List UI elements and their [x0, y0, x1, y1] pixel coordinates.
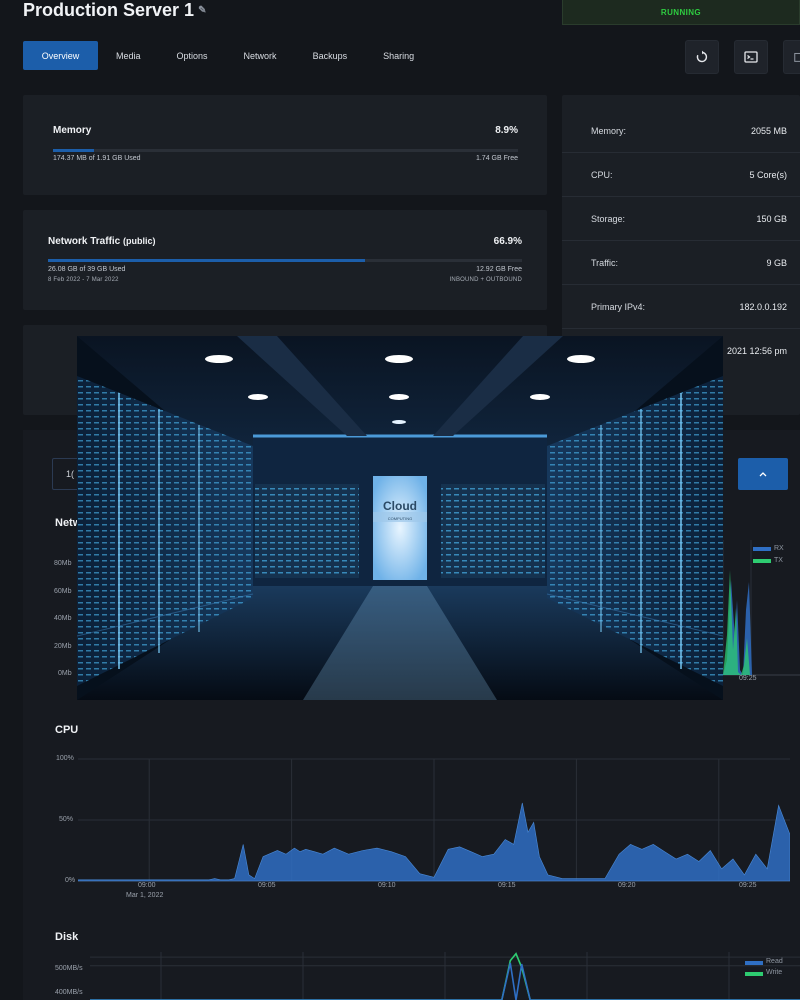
legend-rx-label: RX — [774, 545, 784, 552]
server-room-image: Cloud COMPUTING — [77, 336, 723, 700]
cpu-chart-title: CPU — [55, 724, 79, 736]
tab-backups[interactable]: Backups — [295, 41, 366, 70]
legend-write-label: Write — [766, 969, 783, 976]
console-icon — [744, 51, 758, 63]
net-y-tick: 20Mb — [54, 643, 72, 650]
cpu-x-sublabel: Mar 1, 2022 — [126, 892, 164, 899]
net-x-tick: 09:25 — [739, 675, 757, 682]
memory-usage-bar — [53, 149, 518, 152]
traffic-percent: 66.9% — [493, 236, 522, 247]
network-traffic-card: Network Traffic (public) 66.9% 26.08 GB … — [23, 210, 547, 310]
cpu-x-tick: 09:20 — [618, 882, 636, 889]
disk-y-tick: 400MB/s — [55, 989, 83, 996]
cpu-y-tick: 50% — [59, 816, 74, 823]
restart-icon — [696, 50, 708, 63]
traffic-usage-fill — [48, 259, 366, 262]
traffic-label: Network Traffic (public) — [48, 236, 156, 247]
traffic-direction: INBOUND + OUTBOUND — [449, 277, 522, 283]
traffic-free: 12.92 GB Free — [476, 266, 522, 273]
cpu-x-tick: 09:00 — [138, 882, 156, 889]
tab-overview[interactable]: Overview — [23, 41, 98, 70]
range-selector[interactable]: 1( — [52, 458, 78, 490]
net-y-tick: 80Mb — [54, 560, 72, 567]
net-y-tick: 40Mb — [54, 615, 72, 622]
cpu-y-tick: 100% — [56, 755, 74, 762]
legend-read-label: Read — [766, 958, 783, 965]
memory-free: 1.74 GB Free — [475, 155, 518, 162]
spec-row-memory: Memory: 2055 MB — [562, 109, 800, 153]
console-button[interactable] — [734, 40, 768, 74]
disk-chart — [90, 952, 800, 1000]
status-badge: RUNNING — [562, 0, 800, 25]
collapse-button[interactable] — [738, 458, 788, 490]
spec-row-storage: Storage: 150 GB — [562, 197, 800, 241]
server-room-photo: Cloud COMPUTING — [77, 336, 723, 700]
server-name: Production Server 1 — [23, 0, 195, 20]
status-text: RUNNING — [660, 7, 702, 17]
legend-read-swatch — [745, 961, 763, 965]
legend-tx-label: TX — [774, 557, 783, 564]
memory-percent: 8.9% — [495, 125, 518, 136]
traffic-usage-bar — [48, 259, 522, 262]
traffic-period: 8 Feb 2022 - 7 Mar 2022 — [48, 277, 119, 283]
sign-subtext: COMPUTING — [388, 516, 412, 521]
spec-row-ipv4: Primary IPv4: 182.0.0.192 — [562, 285, 800, 329]
net-y-tick: 60Mb — [54, 588, 72, 595]
cpu-x-tick: 09:25 — [739, 882, 757, 889]
disk-y-tick: 500MB/s — [55, 965, 83, 972]
network-chart-visible — [723, 540, 800, 676]
memory-card: Memory 8.9% 174.37 MB of 1.91 GB Used 1.… — [23, 95, 547, 195]
tab-media[interactable]: Media — [98, 41, 159, 70]
sign-text: Cloud — [383, 499, 417, 513]
spec-row-cpu: CPU: 5 Core(s) — [562, 153, 800, 197]
edit-pencil-icon[interactable]: ✎ — [198, 5, 206, 16]
spec-row-traffic: Traffic: 9 GB — [562, 241, 800, 285]
tab-options[interactable]: Options — [159, 41, 226, 70]
net-y-tick: 0Mb — [58, 670, 72, 677]
legend-rx-swatch — [753, 547, 771, 551]
cpu-x-tick: 09:15 — [498, 882, 516, 889]
legend-tx-swatch — [753, 559, 771, 563]
partial-icon — [794, 52, 800, 62]
page-title: Production Server 1 ✎ — [23, 0, 206, 21]
tab-network[interactable]: Network — [226, 41, 295, 70]
tab-bar: Overview Media Options Network Backups S… — [23, 41, 432, 70]
more-actions-button[interactable] — [783, 40, 800, 74]
cpu-x-tick: 09:05 — [258, 882, 276, 889]
memory-usage-fill — [53, 149, 95, 152]
traffic-used: 26.08 GB of 39 GB Used — [48, 266, 126, 273]
chevron-up-icon — [759, 472, 767, 477]
cpu-x-tick: 09:10 — [378, 882, 396, 889]
memory-used: 174.37 MB of 1.91 GB Used — [53, 155, 141, 162]
cpu-chart — [78, 758, 790, 882]
disk-chart-title: Disk — [55, 931, 79, 943]
cpu-y-tick: 0% — [65, 877, 76, 884]
restart-button[interactable] — [685, 40, 719, 74]
memory-label: Memory — [53, 125, 92, 136]
legend-write-swatch — [745, 972, 763, 976]
tab-sharing[interactable]: Sharing — [365, 41, 432, 70]
